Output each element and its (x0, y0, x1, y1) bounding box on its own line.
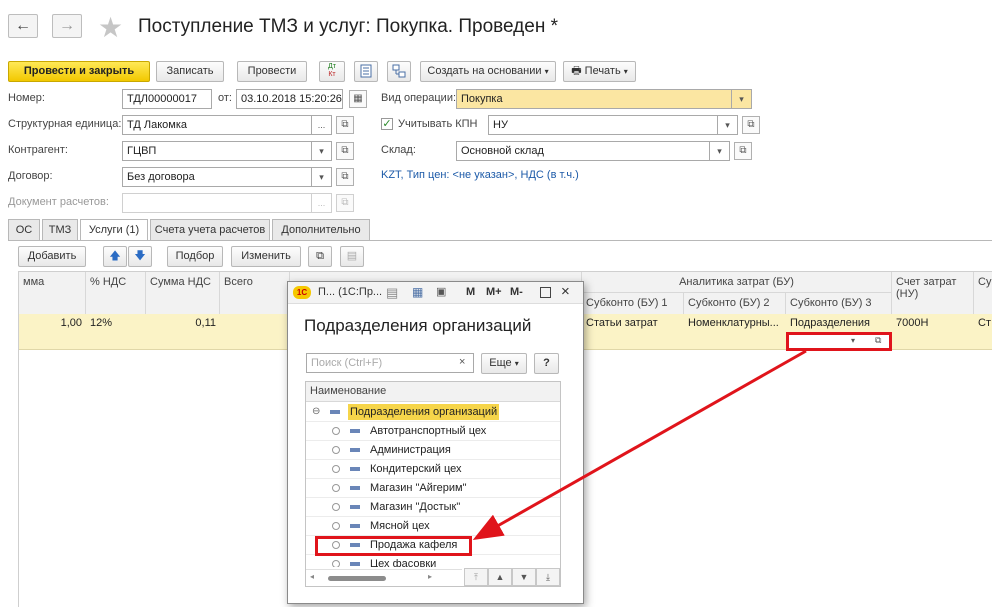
annotation-arrow-icon (472, 349, 807, 540)
